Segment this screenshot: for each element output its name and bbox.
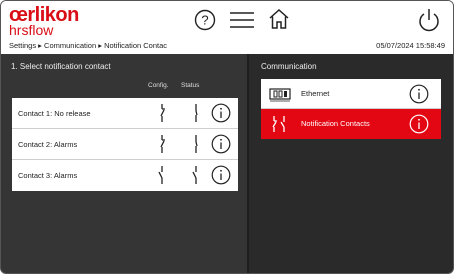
- contact-row-1[interactable]: Contact 1: No release: [12, 98, 238, 129]
- info-icon[interactable]: [409, 84, 429, 104]
- contact-label: Contact 1: No release: [18, 109, 91, 118]
- contact-list: Contact 1: No release Contact 2: Alarms …: [12, 98, 238, 191]
- info-icon[interactable]: [211, 103, 231, 123]
- left-panel-title: 1. Select notification contact: [11, 62, 111, 71]
- contact-row-2[interactable]: Contact 2: Alarms: [12, 129, 238, 160]
- contact-label: Contact 3: Alarms: [18, 171, 78, 180]
- info-icon[interactable]: [211, 134, 231, 154]
- hamburger-menu-icon: [230, 12, 254, 28]
- communication-item-label: Ethernet: [301, 89, 330, 98]
- home-button[interactable]: [267, 7, 291, 31]
- left-panel: 1. Select notification contact Config. S…: [1, 54, 247, 273]
- info-icon[interactable]: [211, 165, 231, 185]
- power-button[interactable]: [417, 7, 441, 33]
- communication-item-ethernet[interactable]: Ethernet: [261, 79, 441, 109]
- contact-switch-icon: [272, 116, 285, 132]
- contact-label: Contact 2: Alarms: [18, 140, 78, 149]
- datetime: 05/07/2024 15:58:49: [376, 41, 445, 50]
- help-icon: ?: [194, 9, 216, 31]
- breadcrumb: Settings ▸ Communication ▸ Notification …: [9, 41, 168, 50]
- home-icon: [269, 8, 289, 29]
- logo: œrlikon hrsflow: [9, 5, 79, 37]
- status-switch-icon: [195, 135, 198, 153]
- header: œrlikon hrsflow ? Settings ▸ Communicati…: [1, 1, 453, 54]
- right-panel-title: Communication: [261, 62, 317, 71]
- communication-list: Ethernet Notification Contacts: [261, 79, 441, 139]
- communication-item-label: Notification Contacts: [301, 119, 370, 128]
- ethernet-icon: [269, 88, 291, 102]
- help-button[interactable]: ?: [194, 9, 216, 31]
- status-switch-icon: [195, 104, 198, 122]
- menu-button[interactable]: [229, 11, 255, 29]
- power-icon: [419, 9, 439, 32]
- config-column-header: Config.: [148, 82, 169, 89]
- svg-text:?: ?: [201, 13, 208, 28]
- contact-row-3[interactable]: Contact 3: Alarms: [12, 160, 238, 191]
- config-switch-icon: [160, 104, 165, 122]
- config-switch-icon: [160, 135, 165, 153]
- status-column-header: Status: [181, 82, 200, 89]
- app-window: œrlikon hrsflow ? Settings ▸ Communicati…: [0, 0, 454, 274]
- config-switch-icon: [158, 166, 163, 184]
- status-switch-icon: [192, 166, 197, 184]
- info-icon[interactable]: [409, 114, 429, 134]
- communication-item-notification-contacts[interactable]: Notification Contacts: [261, 109, 441, 139]
